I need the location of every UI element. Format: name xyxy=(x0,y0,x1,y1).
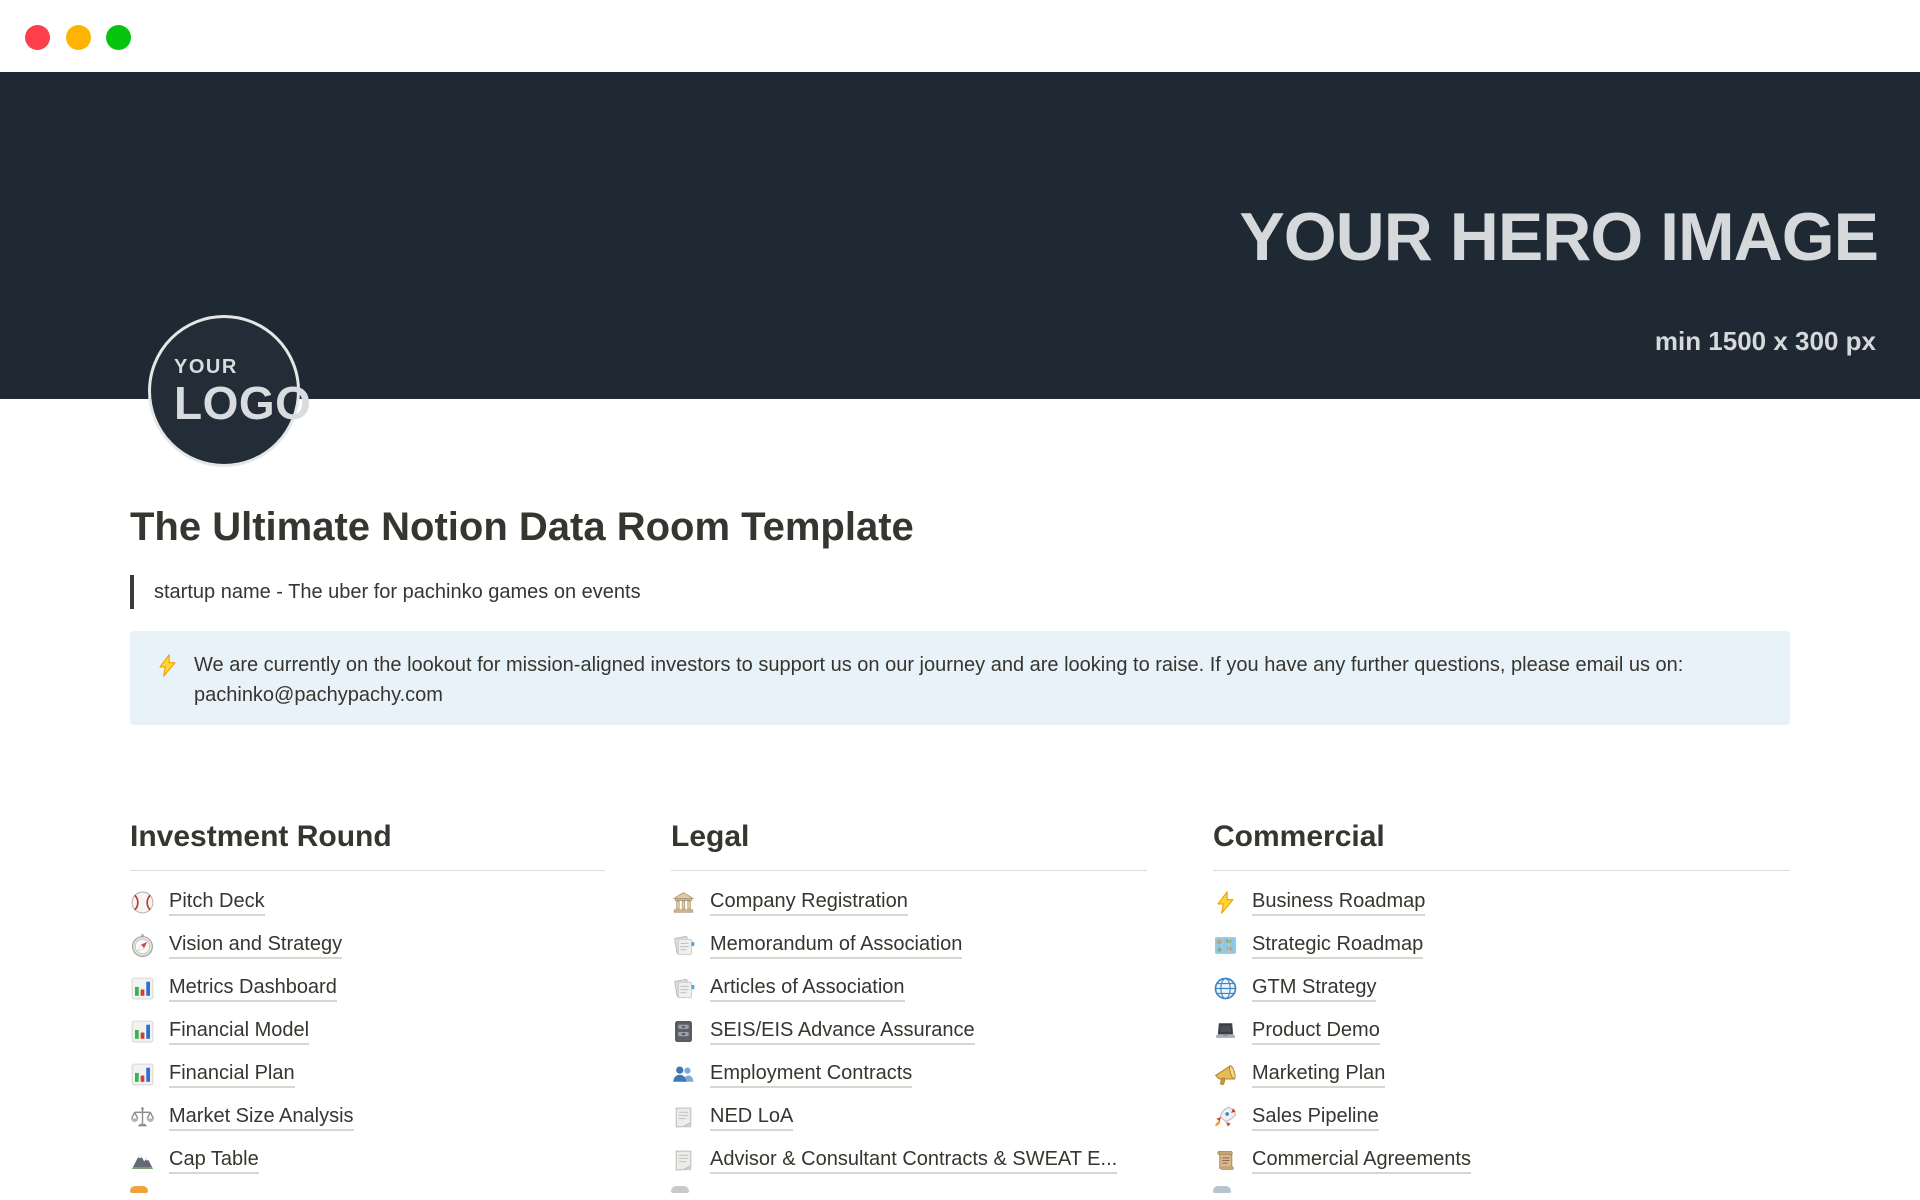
list-item[interactable]: Financial Plan xyxy=(130,1053,605,1096)
list-item[interactable]: Financial Model xyxy=(130,1010,605,1053)
page-link-list: Company Registration Memorandum of Associ… xyxy=(671,881,1147,1193)
callout-text-line1: We are currently on the lookout for miss… xyxy=(194,650,1683,680)
page-link[interactable]: Memorandum of Association xyxy=(710,933,962,959)
balance-scale-icon xyxy=(130,1105,155,1130)
snow-capped-mountain-icon xyxy=(130,1148,155,1173)
scroll-icon xyxy=(1213,1148,1238,1173)
list-item[interactable]: Market Size Analysis xyxy=(130,1096,605,1139)
column-investment-round: Investment Round Pitch Deck Vision and Str… xyxy=(130,820,605,1193)
callout-text: We are currently on the lookout for miss… xyxy=(194,650,1683,710)
window-titlebar xyxy=(0,0,1920,72)
page-link[interactable]: SEIS/EIS Advance Assurance xyxy=(710,1019,975,1045)
page-link[interactable]: Product Demo xyxy=(1252,1019,1380,1045)
list-item[interactable]: SEIS/EIS Advance Assurance xyxy=(671,1010,1147,1053)
list-item[interactable]: Metrics Dashboard xyxy=(130,967,605,1010)
page-link[interactable]: Sales Pipeline xyxy=(1252,1105,1379,1131)
partial-page-icon xyxy=(671,1186,689,1193)
partial-page-icon xyxy=(1213,1186,1231,1193)
logo-line2: LOGO xyxy=(174,380,297,426)
rocket-icon xyxy=(1213,1105,1238,1130)
globe-with-meridians-icon xyxy=(1213,976,1238,1001)
divider xyxy=(671,870,1147,871)
compass-icon xyxy=(130,933,155,958)
page-link[interactable]: Company Registration xyxy=(710,890,908,916)
page-link-list: Business Roadmap Strategic Roadmap GTM Str… xyxy=(1213,881,1790,1193)
list-item[interactable]: Articles of Association xyxy=(671,967,1147,1010)
page-link[interactable]: Metrics Dashboard xyxy=(169,976,337,1002)
page-title: The Ultimate Notion Data Room Template xyxy=(130,503,1790,551)
page-link[interactable]: Pitch Deck xyxy=(169,890,265,916)
list-item[interactable]: Strategic Roadmap xyxy=(1213,924,1790,967)
divider xyxy=(130,870,605,871)
bar-chart-icon xyxy=(130,1019,155,1044)
page-link[interactable]: NED LoA xyxy=(710,1105,793,1131)
partial-page-icon xyxy=(130,1186,148,1193)
list-item[interactable]: Company Registration xyxy=(671,881,1147,924)
page-link[interactable]: Commercial Agreements xyxy=(1252,1148,1471,1174)
column-heading-investment-round: Investment Round xyxy=(130,820,605,854)
laptop-icon xyxy=(1213,1019,1238,1044)
megaphone-icon xyxy=(1213,1062,1238,1087)
page-link[interactable]: Strategic Roadmap xyxy=(1252,933,1423,959)
logo-line1: YOUR xyxy=(174,357,297,377)
busts-in-silhouette-icon xyxy=(671,1062,696,1087)
minimize-window-button[interactable] xyxy=(66,25,91,50)
page-link[interactable]: Market Size Analysis xyxy=(169,1105,354,1131)
column-heading-commercial: Commercial xyxy=(1213,820,1790,854)
list-item[interactable]: Employment Contracts xyxy=(671,1053,1147,1096)
page-link[interactable]: Cap Table xyxy=(169,1148,259,1174)
page-content: The Ultimate Notion Data Room Template s… xyxy=(0,503,1920,1193)
page-with-curl-icon xyxy=(671,1105,696,1130)
list-item[interactable]: Vision and Strategy xyxy=(130,924,605,967)
list-item[interactable]: Business Roadmap xyxy=(1213,881,1790,924)
world-map-icon xyxy=(1213,933,1238,958)
column-legal: Legal Company Registration Memorandum of A… xyxy=(671,820,1147,1193)
list-item[interactable]: Memorandum of Association xyxy=(671,924,1147,967)
column-commercial: Commercial Business Roadmap Strategic Road… xyxy=(1213,820,1790,1193)
list-item[interactable]: NED LoA xyxy=(671,1096,1147,1139)
list-item[interactable]: GTM Strategy xyxy=(1213,967,1790,1010)
page-link[interactable]: Financial Model xyxy=(169,1019,309,1045)
classical-building-icon xyxy=(671,890,696,915)
column-heading-legal: Legal xyxy=(671,820,1147,854)
page-link-list: Pitch Deck Vision and Strategy Metrics Das… xyxy=(130,881,605,1193)
investor-callout: We are currently on the lookout for miss… xyxy=(130,631,1790,725)
quote-block: startup name - The uber for pachinko gam… xyxy=(130,575,1790,609)
link-columns: Investment Round Pitch Deck Vision and Str… xyxy=(130,820,1790,1193)
file-cabinet-icon xyxy=(671,1019,696,1044)
page-link[interactable]: Vision and Strategy xyxy=(169,933,342,959)
page-link[interactable]: Articles of Association xyxy=(710,976,905,1002)
page-link[interactable]: Employment Contracts xyxy=(710,1062,912,1088)
close-window-button[interactable] xyxy=(25,25,50,50)
list-item[interactable]: Pitch Deck xyxy=(130,881,605,924)
baseball-icon xyxy=(130,890,155,915)
bookmark-tabs-icon xyxy=(671,976,696,1001)
page-link[interactable]: GTM Strategy xyxy=(1252,976,1376,1002)
bar-chart-icon xyxy=(130,1062,155,1087)
logo-badge: YOUR LOGO xyxy=(148,315,300,467)
list-item[interactable]: Commercial Agreements xyxy=(1213,1139,1790,1182)
hero-size-hint: min 1500 x 300 px xyxy=(1655,326,1876,357)
hero-headline: YOUR HERO IMAGE xyxy=(1239,198,1878,276)
page-link[interactable]: Business Roadmap xyxy=(1252,890,1425,916)
list-item[interactable]: Product Demo xyxy=(1213,1010,1790,1053)
divider xyxy=(1213,870,1790,871)
high-voltage-icon xyxy=(1213,890,1238,915)
callout-text-line2: pachinko@pachypachy.com xyxy=(194,680,1683,710)
list-item[interactable]: Marketing Plan xyxy=(1213,1053,1790,1096)
page-link[interactable]: Advisor & Consultant Contracts & SWEAT E… xyxy=(710,1148,1117,1174)
list-item[interactable]: Cap Table xyxy=(130,1139,605,1182)
list-item[interactable]: Sales Pipeline xyxy=(1213,1096,1790,1139)
page-link[interactable]: Financial Plan xyxy=(169,1062,295,1088)
bookmark-tabs-icon xyxy=(671,933,696,958)
zoom-window-button[interactable] xyxy=(106,25,131,50)
page-with-curl-icon xyxy=(671,1148,696,1173)
high-voltage-icon xyxy=(155,653,180,678)
bar-chart-icon xyxy=(130,976,155,1001)
list-item[interactable]: Advisor & Consultant Contracts & SWEAT E… xyxy=(671,1139,1147,1182)
page-link[interactable]: Marketing Plan xyxy=(1252,1062,1385,1088)
